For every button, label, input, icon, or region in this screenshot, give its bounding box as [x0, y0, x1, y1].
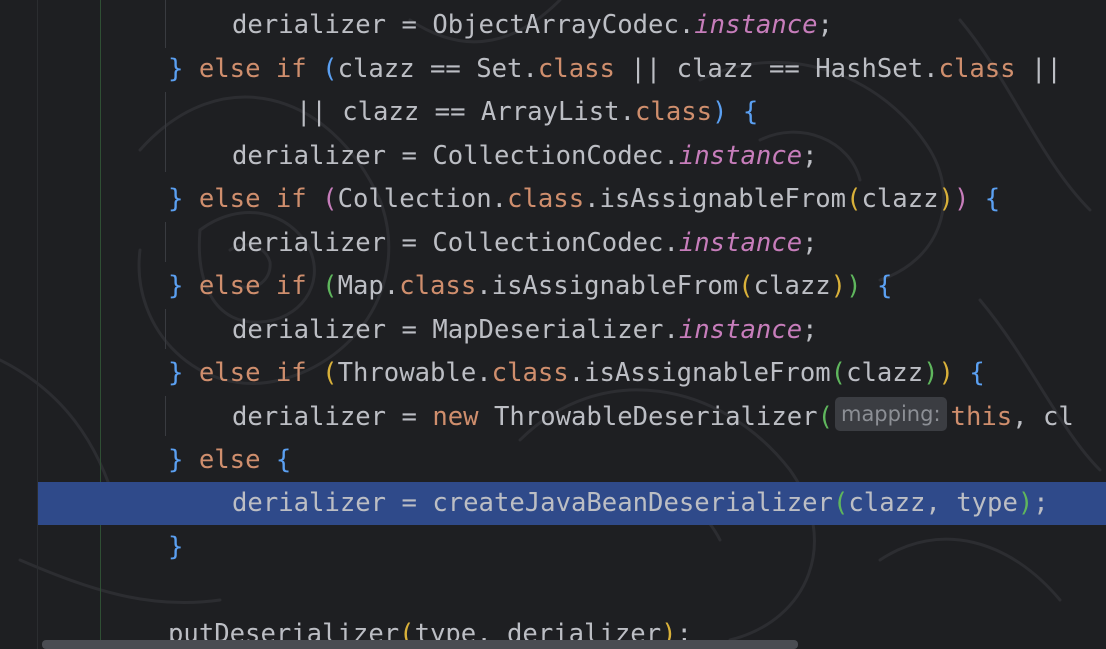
code-text: derializer = ObjectArrayCodec.instance; — [232, 10, 833, 40]
code-line[interactable]: derializer = CollectionCodec.instance; — [0, 222, 1106, 265]
code-text: } — [168, 532, 184, 562]
code-text: } else if (Map.class.isAssignableFrom(cl… — [168, 271, 893, 301]
code-text: } else if (Collection.class.isAssignable… — [168, 184, 1001, 214]
code-line-selected[interactable]: derializer = createJavaBeanDeserializer(… — [38, 482, 1106, 525]
code-text: } else if (clazz == Set.class || clazz =… — [168, 54, 1062, 84]
code-line[interactable]: derializer = MapDeserializer.instance; — [0, 309, 1106, 352]
code-line[interactable]: } — [0, 526, 1106, 569]
code-line[interactable]: derializer = new ThrowableDeserializer(m… — [0, 396, 1106, 439]
code-line[interactable]: } else if (Throwable.class.isAssignableF… — [0, 352, 1106, 395]
code-text: || clazz == ArrayList.class) { — [296, 97, 759, 127]
code-text: derializer = new ThrowableDeserializer(m… — [232, 396, 1074, 439]
code-text: derializer = CollectionCodec.instance; — [232, 141, 818, 171]
code-text: } else { — [168, 445, 292, 475]
code-line[interactable]: derializer = ObjectArrayCodec.instance; — [0, 4, 1106, 47]
code-text: } else if (Throwable.class.isAssignableF… — [168, 358, 985, 388]
code-line[interactable]: } else if (clazz == Set.class || clazz =… — [0, 48, 1106, 91]
code-text: derializer = CollectionCodec.instance; — [232, 228, 818, 258]
code-text: derializer = MapDeserializer.instance; — [232, 315, 818, 345]
code-editor[interactable]: derializer = ObjectArrayCodec.instance; … — [0, 0, 1106, 649]
code-line[interactable]: } else if (Collection.class.isAssignable… — [0, 178, 1106, 221]
parameter-inlay-hint[interactable]: mapping: — [834, 397, 947, 431]
code-line[interactable]: } else { — [0, 439, 1106, 482]
code-line[interactable]: } else if (Map.class.isAssignableFrom(cl… — [0, 265, 1106, 308]
code-line[interactable]: || clazz == ArrayList.class) { — [0, 91, 1106, 134]
horizontal-scrollbar[interactable] — [42, 640, 798, 649]
code-line[interactable]: derializer = CollectionCodec.instance; — [0, 135, 1106, 178]
code-text: derializer = createJavaBeanDeserializer(… — [232, 488, 1049, 518]
